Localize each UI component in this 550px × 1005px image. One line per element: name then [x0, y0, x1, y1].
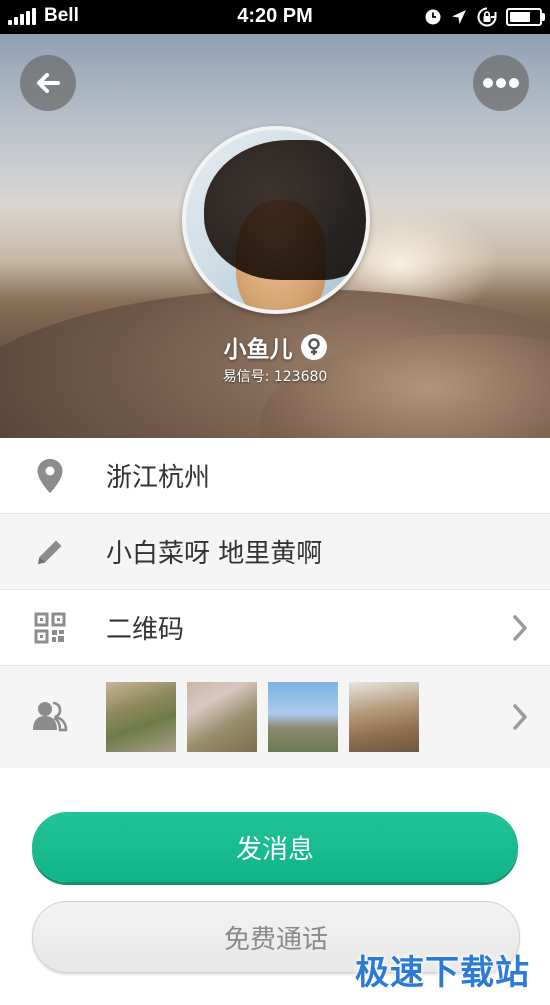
qr-code-icon — [32, 610, 68, 646]
watermark: 极速下载站 — [355, 953, 530, 993]
battery-icon — [506, 8, 545, 26]
status-right — [416, 6, 545, 28]
location-label: 浙江杭州 — [106, 463, 211, 493]
album-photo[interactable] — [268, 682, 338, 752]
location-row: 浙江杭州 — [0, 438, 550, 514]
profile-screen: Bell 4:20 PM 小鱼儿 易信号: 123680 浙江杭州 小白菜呀 地… — [0, 0, 550, 1005]
contacts-icon — [32, 698, 68, 734]
back-button[interactable] — [20, 55, 76, 111]
photo-strip — [106, 682, 430, 752]
info-list: 浙江杭州 小白菜呀 地里黄啊 二维码 — [0, 438, 550, 768]
user-id: 易信号: 123680 — [222, 369, 328, 385]
avatar[interactable] — [182, 126, 370, 314]
alarm-clock-icon — [425, 9, 441, 25]
female-icon — [300, 334, 327, 360]
album-photo[interactable] — [106, 682, 176, 752]
user-name: 小鱼儿 — [223, 337, 293, 363]
album-photo[interactable] — [349, 682, 419, 752]
qr-code-row[interactable]: 二维码 — [0, 590, 550, 666]
album-photo[interactable] — [187, 682, 257, 752]
location-arrow-icon — [452, 10, 466, 24]
status-bar: Bell 4:20 PM — [0, 0, 550, 34]
avatar-hair — [204, 140, 366, 280]
signature-row: 小白菜呀 地里黄啊 — [0, 514, 550, 590]
chevron-right-icon — [513, 614, 527, 641]
user-name-row: 小鱼儿 — [0, 330, 550, 364]
battery-level-fill — [510, 12, 531, 22]
chevron-right-icon — [513, 704, 527, 730]
signature-label: 小白菜呀 地里黄啊 — [106, 539, 323, 569]
send-message-button[interactable]: 发消息 — [32, 812, 518, 882]
qr-code-label: 二维码 — [106, 615, 185, 645]
location-pin-icon — [32, 458, 68, 494]
pencil-icon — [32, 534, 68, 570]
more-options-button[interactable] — [473, 55, 529, 111]
photo-album-row[interactable] — [0, 666, 550, 768]
more-dots-icon — [483, 78, 519, 88]
rotation-lock-icon — [477, 7, 497, 27]
arrow-left-icon — [37, 73, 60, 93]
profile-cover: 小鱼儿 易信号: 123680 — [0, 34, 550, 438]
